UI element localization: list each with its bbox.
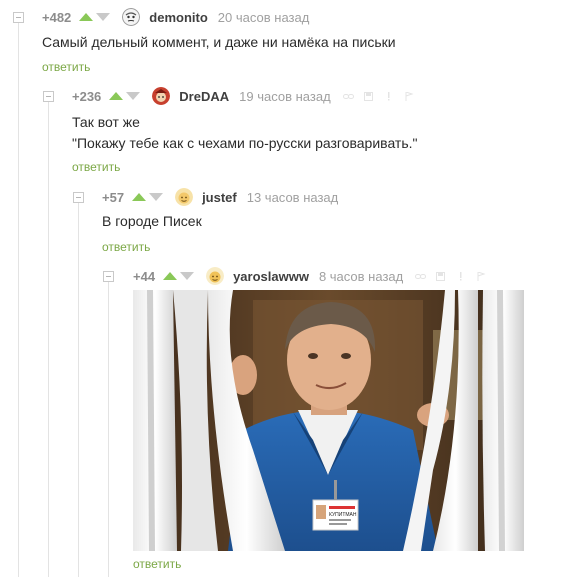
thread-line — [18, 20, 19, 577]
avatar[interactable] — [206, 267, 225, 285]
comment-header: +44 yaroslawww 8 часов назад — [133, 267, 486, 285]
photo-man-curtains: КУПИТМАН — [133, 290, 524, 551]
username[interactable]: DreDAA — [179, 89, 229, 104]
timestamp: 13 часов назад — [246, 189, 339, 205]
thread-line — [78, 203, 79, 577]
username[interactable]: justef — [202, 190, 237, 205]
comment-rating: +236 — [72, 88, 102, 104]
comment-text: "Покажу тебе как с чехами по-русски разг… — [72, 135, 418, 151]
comment-rating: +44 — [133, 268, 156, 284]
username[interactable]: demonito — [149, 10, 208, 25]
thread-line — [108, 282, 109, 577]
comment-tools — [415, 271, 486, 281]
reply-link[interactable]: ответить — [72, 160, 120, 174]
upvote-arrow-icon[interactable] — [79, 13, 94, 21]
username[interactable]: yaroslawww — [233, 269, 309, 284]
flag-icon[interactable] — [475, 271, 486, 281]
save-icon[interactable] — [435, 271, 446, 281]
save-icon[interactable] — [363, 91, 374, 101]
comment-rating: +482 — [42, 9, 72, 25]
badge-text: КУПИТМАН — [329, 512, 357, 518]
comment-header: +482 demonito 20 часов назад — [42, 8, 321, 26]
upvote-arrow-icon[interactable] — [132, 193, 147, 201]
timestamp: 20 часов назад — [217, 9, 310, 25]
comment-header: +57 justef 13 часов назад — [102, 188, 350, 206]
reply-link[interactable]: ответить — [42, 60, 90, 74]
reply-link[interactable]: ответить — [102, 240, 150, 254]
link-icon[interactable] — [415, 272, 427, 281]
collapse-icon[interactable] — [103, 271, 114, 282]
thread-line — [48, 102, 49, 577]
comment-rating: +57 — [102, 189, 125, 205]
timestamp: 8 часов назад — [318, 268, 404, 284]
avatar[interactable] — [175, 188, 194, 206]
comment-text: Так вот же — [72, 114, 140, 130]
link-icon[interactable] — [342, 92, 354, 101]
collapse-icon[interactable] — [73, 192, 84, 203]
downvote-arrow-icon[interactable] — [126, 92, 141, 100]
exclamation-icon[interactable] — [455, 271, 466, 281]
comment-text: В городе Писек — [102, 213, 202, 229]
timestamp: 19 часов назад — [239, 88, 331, 104]
downvote-arrow-icon[interactable] — [180, 272, 195, 280]
exclamation-icon[interactable] — [383, 91, 394, 101]
collapse-icon[interactable] — [13, 12, 24, 23]
collapse-icon[interactable] — [43, 91, 54, 102]
upvote-arrow-icon[interactable] — [163, 272, 178, 280]
downvote-arrow-icon[interactable] — [149, 193, 164, 201]
comment-photo[interactable]: КУПИТМАН — [133, 290, 524, 551]
flag-icon[interactable] — [403, 91, 414, 101]
upvote-arrow-icon[interactable] — [109, 92, 124, 100]
downvote-arrow-icon[interactable] — [96, 13, 111, 21]
comment-text: Самый дельный коммент, и даже ни намёка … — [42, 34, 396, 50]
comment-tools — [342, 91, 414, 101]
comment-header: +236 DreDAA 19 часов назад — [72, 87, 414, 105]
reply-link[interactable]: ответить — [133, 557, 181, 571]
avatar[interactable] — [152, 87, 171, 105]
avatar[interactable] — [122, 8, 141, 26]
